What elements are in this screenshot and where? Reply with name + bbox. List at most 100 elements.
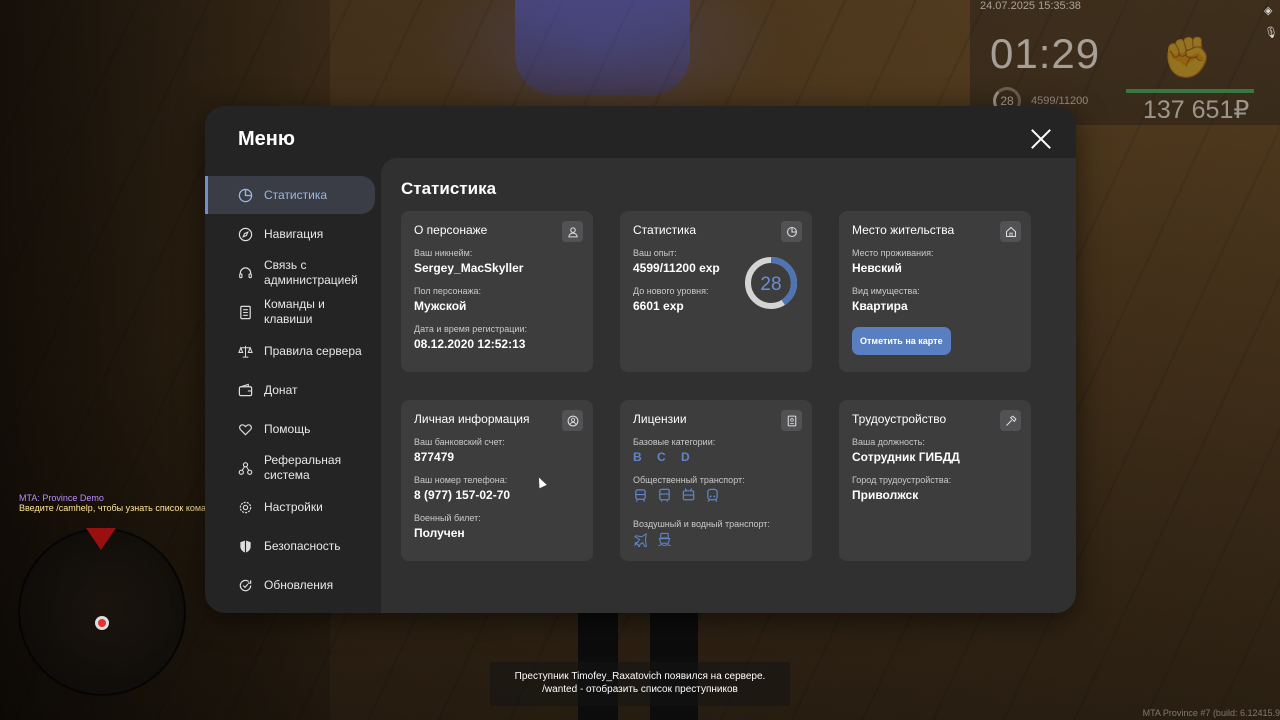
- gender-label: Пол персонажа:: [414, 286, 482, 296]
- sidebar-item-label: Помощь: [264, 421, 311, 436]
- pie-chart-icon: [781, 221, 802, 242]
- level-progress-ring: 28: [745, 257, 797, 309]
- air-water-icons: [633, 532, 799, 552]
- sidebar-item-label: Донат: [264, 382, 298, 397]
- hud-datetime: 24.07.2025 15:35:38: [980, 0, 1081, 12]
- sidebar-item-label: Обновления: [264, 577, 334, 592]
- property-type-value: Квартира: [852, 299, 908, 313]
- north-marker-icon: [86, 528, 116, 550]
- card-title: Статистика: [633, 223, 697, 237]
- sidebar-item-navigation[interactable]: Навигация: [205, 215, 375, 253]
- bus-icon: [657, 488, 672, 508]
- signal-icon: ◈: [1264, 5, 1273, 17]
- phone-value: 8 (977) 157-02-70: [414, 488, 511, 502]
- public-transport-label: Общественный транспорт:: [633, 475, 745, 485]
- sidebar-item-statistics[interactable]: Статистика: [205, 176, 375, 214]
- card-title: О персонаже: [414, 223, 488, 237]
- gear-icon: [237, 499, 253, 515]
- plane-icon: [633, 532, 648, 552]
- shield-icon: [237, 538, 253, 554]
- radar-minimap: [18, 528, 186, 696]
- headset-icon: [237, 265, 253, 281]
- sidebar-item-label: Настройки: [264, 499, 323, 514]
- sidebar-item-label: Реферальная система: [264, 453, 342, 482]
- basic-categories-label: Базовые категории:: [633, 437, 716, 447]
- position-value: Сотрудник ГИБДД: [852, 450, 960, 464]
- registration-label: Дата и время регистрации:: [414, 324, 527, 334]
- notification-line: Преступник Timofey_Raxatovich появился н…: [514, 671, 766, 682]
- boat-icon: [657, 532, 672, 552]
- player-marker-icon: [95, 616, 109, 630]
- id-card-icon: [781, 410, 802, 431]
- card-title: Место жительства: [852, 223, 955, 237]
- bank-label: Ваш банковский счет:: [414, 437, 505, 447]
- sidebar-item-updates[interactable]: Обновления: [205, 566, 375, 604]
- sidebar-item-label: Навигация: [264, 226, 324, 241]
- sidebar-item-donate[interactable]: Донат: [205, 371, 375, 409]
- statistics-content: Статистика О персонаже Ваш никнейм: Serg…: [381, 158, 1076, 613]
- network-icon: [237, 460, 253, 476]
- user-circle-icon: [562, 410, 583, 431]
- scales-icon: [237, 343, 253, 359]
- compass-icon: [237, 226, 253, 242]
- card-title: Личная информация: [414, 412, 530, 426]
- sidebar-item-help[interactable]: Помощь: [205, 410, 375, 448]
- place-label: Место проживания:: [852, 248, 934, 258]
- nickname-label: Ваш никнейм:: [414, 248, 473, 258]
- close-button[interactable]: [1030, 128, 1052, 150]
- menu-title: Меню: [238, 128, 295, 150]
- sidebar-item-label: Безопасность: [264, 538, 341, 553]
- residence-card: Место жительства Место проживания: Невск…: [839, 211, 1031, 372]
- chat-line: MTA: Province Demo: [19, 493, 104, 503]
- refresh-check-icon: [237, 577, 253, 593]
- stats-card: Статистика Ваш опыт: 4599/11200 exp До н…: [620, 211, 812, 372]
- document-icon: [237, 304, 253, 320]
- notification-line: /wanted - отобразить список преступников: [542, 684, 738, 695]
- gender-value: Мужской: [414, 299, 467, 313]
- server-notification: Преступник Timofey_Raxatovich появился н…: [490, 662, 790, 706]
- tram-icon: [633, 488, 648, 508]
- sidebar-item-rules[interactable]: Правила сервера: [205, 332, 375, 370]
- city-label: Город трудоустройства:: [852, 475, 952, 485]
- sidebar-item-label: Команды и клавиши: [264, 297, 325, 326]
- content-title: Статистика: [401, 179, 497, 198]
- menu-window: Меню Статистика Навигация Связь с админи…: [205, 106, 1076, 613]
- sidebar-item-settings[interactable]: Настройки: [205, 488, 375, 526]
- hud-money: 137 651₽: [1143, 96, 1250, 124]
- home-icon: [1000, 221, 1021, 242]
- nickname-value: Sergey_MacSkyller: [414, 261, 524, 275]
- sidebar-item-label: Связь с администрацией: [264, 258, 358, 287]
- background-lamp: [515, 0, 690, 95]
- sidebar-item-admin-contact[interactable]: Связь с администрацией: [205, 254, 375, 292]
- sidebar-item-label: Правила сервера: [264, 343, 362, 358]
- card-title: Лицензии: [633, 412, 687, 426]
- bank-value: 877479: [414, 450, 455, 464]
- card-title: Трудоустройство: [852, 412, 947, 426]
- employment-card: Трудоустройство Ваша должность: Сотрудни…: [839, 400, 1031, 561]
- sidebar-item-security[interactable]: Безопасность: [205, 527, 375, 565]
- pie-chart-icon: [237, 187, 253, 203]
- heart-hand-icon: [237, 421, 253, 437]
- phone-label: Ваш номер телефона:: [414, 475, 508, 485]
- microphone-icon: 🎙: [1264, 27, 1278, 39]
- metro-icon: [705, 488, 720, 508]
- sidebar-item-commands[interactable]: Команды и клавиши: [205, 293, 375, 331]
- sidebar-item-referral[interactable]: Реферальная система: [205, 449, 375, 487]
- character-card: О персонаже Ваш никнейм: Sergey_MacSkyll…: [401, 211, 593, 372]
- mark-on-map-button[interactable]: Отметить на карте: [852, 327, 951, 355]
- hammer-icon: [1000, 410, 1021, 431]
- hud-clock: 01:29: [990, 30, 1101, 77]
- trolleybus-icon: [681, 488, 696, 508]
- build-info: MTA Province #7 (build: 6.12415.9: [1142, 708, 1280, 718]
- registration-value: 08.12.2020 12:52:13: [414, 337, 526, 351]
- military-value: Получен: [414, 526, 465, 540]
- sidebar-item-label: Статистика: [264, 187, 328, 202]
- property-type-label: Вид имущества:: [852, 286, 920, 296]
- hud-health-bar: [1126, 89, 1254, 93]
- personal-info-card: Личная информация Ваш банковский счет: 8…: [401, 400, 593, 561]
- position-label: Ваша должность:: [852, 437, 925, 447]
- basic-categories-value: B C D: [633, 450, 696, 464]
- user-icon: [562, 221, 583, 242]
- wallet-icon: [237, 382, 253, 398]
- public-transport-icons: [633, 488, 799, 508]
